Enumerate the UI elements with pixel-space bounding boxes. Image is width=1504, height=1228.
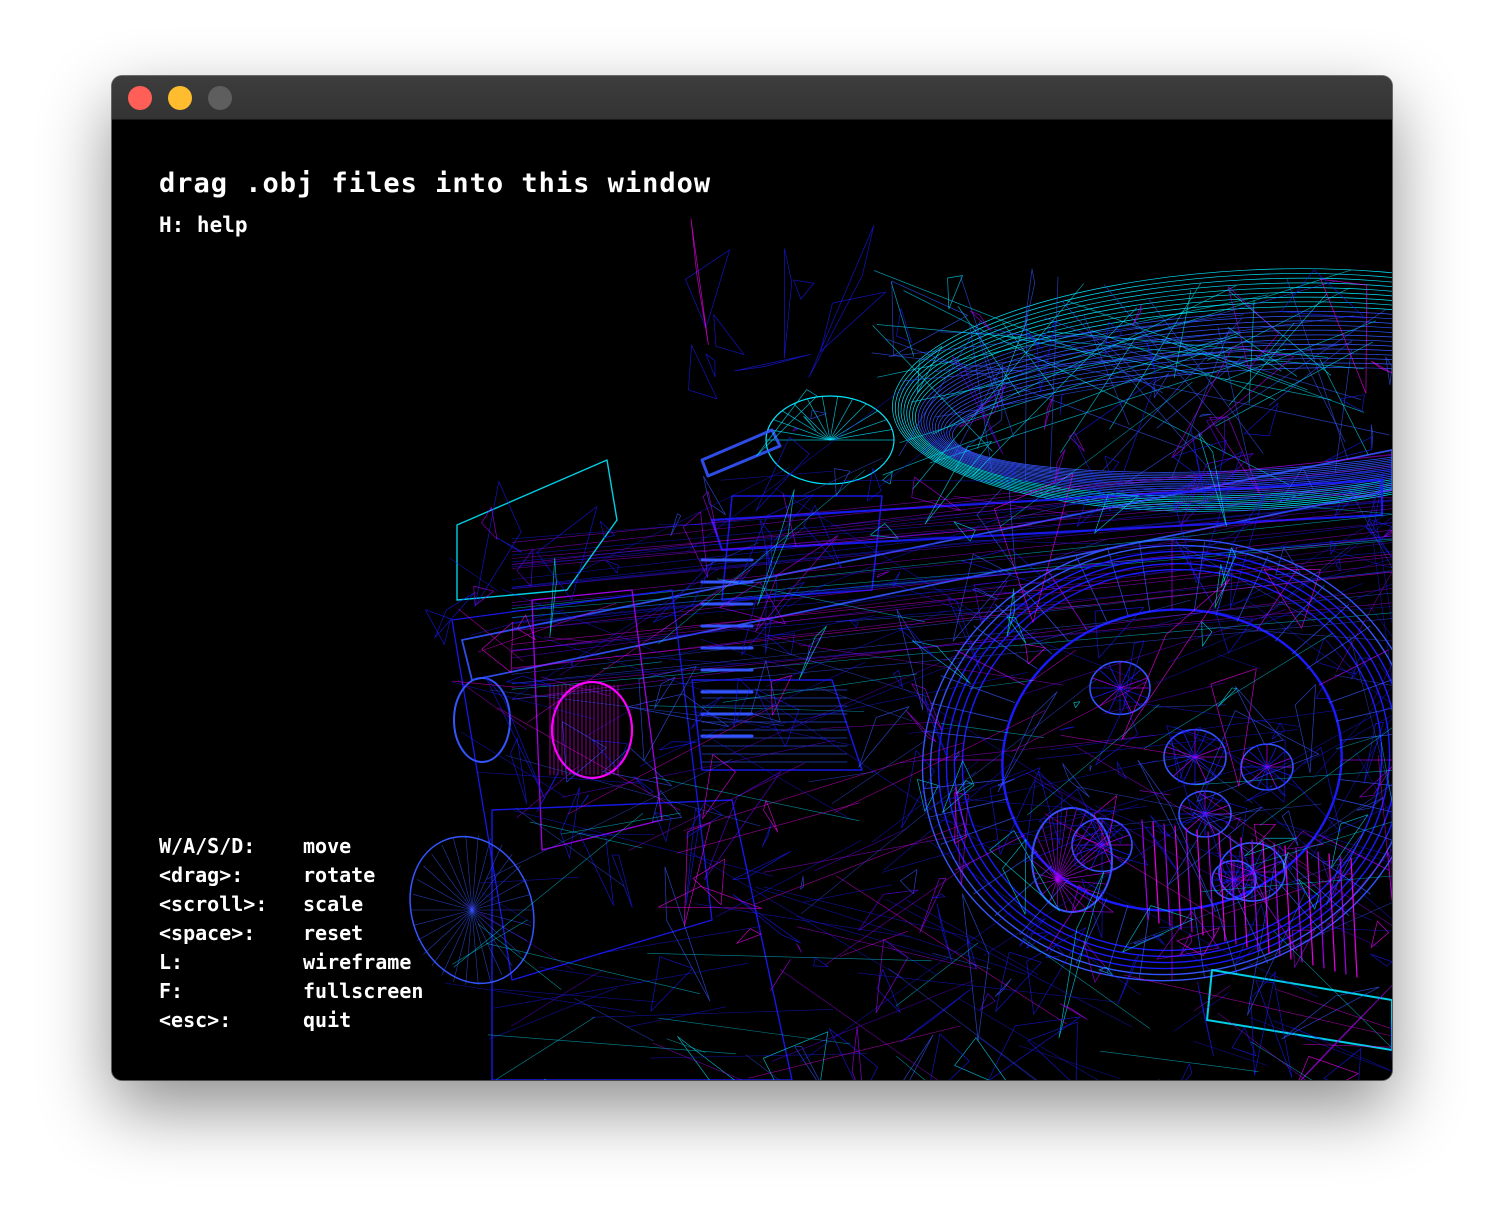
control-action: reset bbox=[303, 921, 364, 945]
control-action: scale bbox=[303, 892, 364, 916]
control-action: fullscreen bbox=[303, 979, 424, 1003]
app-window: drag .obj files into this window H: help… bbox=[112, 76, 1392, 1080]
control-row-fullscreen: F: fullscreen bbox=[159, 977, 519, 1006]
control-key: L: bbox=[159, 950, 184, 974]
control-row-rotate: <drag>: rotate bbox=[159, 861, 519, 890]
control-key: <drag>: bbox=[159, 863, 244, 887]
controls-legend: W/A/S/D: move <drag>: rotate <scroll>: s… bbox=[159, 832, 519, 1035]
render-viewport[interactable]: drag .obj files into this window H: help… bbox=[112, 120, 1392, 1080]
control-action: wireframe bbox=[303, 950, 412, 974]
control-row-reset: <space>: reset bbox=[159, 919, 519, 948]
control-key: F: bbox=[159, 979, 184, 1003]
control-row-quit: <esc>: quit bbox=[159, 1006, 519, 1035]
control-action: quit bbox=[303, 1008, 352, 1032]
close-button[interactable] bbox=[128, 86, 152, 110]
control-row-scale: <scroll>: scale bbox=[159, 890, 519, 919]
zoom-button[interactable] bbox=[208, 86, 232, 110]
title-bar[interactable] bbox=[112, 76, 1392, 120]
control-key: <esc>: bbox=[159, 1008, 232, 1032]
drop-hint: drag .obj files into this window bbox=[159, 168, 712, 199]
control-action: rotate bbox=[303, 863, 376, 887]
control-row-move: W/A/S/D: move bbox=[159, 832, 519, 861]
control-row-wireframe: L: wireframe bbox=[159, 948, 519, 977]
control-key: <space>: bbox=[159, 921, 256, 945]
help-hint: H: help bbox=[159, 213, 248, 237]
control-key: W/A/S/D: bbox=[159, 834, 256, 858]
minimize-button[interactable] bbox=[168, 86, 192, 110]
control-key: <scroll>: bbox=[159, 892, 268, 916]
control-action: move bbox=[303, 834, 352, 858]
